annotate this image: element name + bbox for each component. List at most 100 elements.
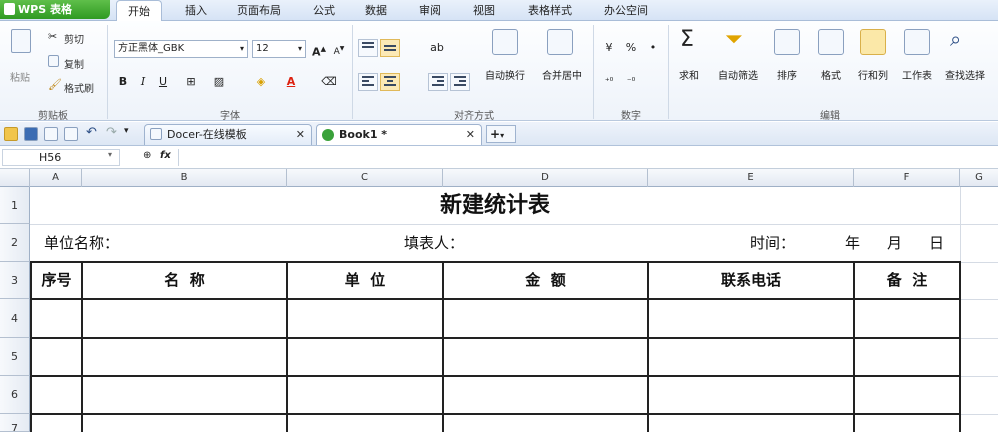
header-cell-phone[interactable]: 联系电话: [649, 263, 853, 298]
year-label[interactable]: 年: [845, 232, 860, 253]
rows-columns-button[interactable]: 行和列: [852, 67, 894, 82]
column-header-f[interactable]: F: [854, 169, 960, 187]
comma-button[interactable]: •: [644, 39, 662, 57]
align-top-button[interactable]: [358, 39, 378, 57]
save-icon[interactable]: [24, 127, 38, 141]
header-cell-name[interactable]: 名 称: [83, 263, 286, 298]
header-cell-index[interactable]: 序号: [32, 263, 81, 298]
print-preview-icon[interactable]: [64, 127, 78, 141]
row-header-1[interactable]: 1: [0, 187, 30, 224]
font-color-icon: A: [286, 75, 296, 88]
tab-home[interactable]: 开始: [116, 0, 162, 21]
underline-button[interactable]: U: [154, 73, 172, 91]
app-menu-button[interactable]: WPS 表格: [0, 0, 110, 19]
increase-indent-button[interactable]: [450, 73, 470, 91]
increase-decimal-button[interactable]: ⁺⁰: [600, 73, 618, 91]
ribbon-separator: [593, 25, 594, 119]
percent-button[interactable]: %: [622, 39, 640, 57]
bold-button[interactable]: B: [114, 73, 132, 91]
doc-tab-book1[interactable]: Book1 * ✕: [316, 124, 482, 145]
name-box[interactable]: H56: [2, 149, 120, 166]
header-cell-unit[interactable]: 单 位: [288, 263, 442, 298]
row-header-5[interactable]: 5: [0, 338, 30, 376]
table-border: [959, 261, 961, 432]
currency-button[interactable]: ¥: [600, 39, 618, 57]
phonetic-button[interactable]: ⌫: [320, 73, 338, 91]
align-center-button[interactable]: [380, 73, 400, 91]
tab-view[interactable]: 视图: [464, 0, 504, 21]
gridline: [960, 376, 998, 377]
month-label[interactable]: 月: [887, 232, 902, 253]
row-header-7[interactable]: 7: [0, 414, 30, 432]
sheet-title-cell[interactable]: 新建统计表: [30, 187, 960, 224]
paste-button[interactable]: [8, 29, 36, 59]
ribbon-separator: [668, 25, 669, 119]
tab-data[interactable]: 数据: [356, 0, 396, 21]
header-cell-remarks[interactable]: 备 注: [855, 263, 959, 298]
ribbon-separator: [352, 25, 353, 119]
sum-button[interactable]: 求和: [672, 67, 706, 82]
decrease-indent-button[interactable]: [428, 73, 448, 91]
column-header-d[interactable]: D: [443, 169, 648, 187]
sort-icon: [774, 29, 800, 55]
chevron-down-icon[interactable]: ▾: [108, 150, 112, 159]
function-icon[interactable]: fx: [160, 150, 171, 161]
italic-button[interactable]: I: [134, 73, 152, 91]
column-header-e[interactable]: E: [648, 169, 854, 187]
font-size-select[interactable]: 12 ▾: [252, 40, 306, 58]
close-icon[interactable]: ✕: [296, 125, 305, 145]
open-folder-icon[interactable]: [4, 127, 18, 141]
autofilter-button[interactable]: 自动筛选: [712, 67, 764, 82]
format-button[interactable]: 格式: [812, 67, 850, 82]
fill-color-button[interactable]: ◈: [252, 73, 270, 91]
filler-label[interactable]: 填表人：: [404, 232, 464, 253]
font-name-select[interactable]: 方正黑体_GBK ▾: [114, 40, 248, 58]
worksheet-button[interactable]: 工作表: [896, 67, 938, 82]
time-label[interactable]: 时间：: [750, 232, 795, 253]
find-select-button[interactable]: 查找选择: [938, 67, 992, 82]
zoom-icon[interactable]: ⊕: [143, 150, 151, 161]
tab-insert[interactable]: 插入: [176, 0, 216, 21]
borders-button[interactable]: ⊞: [182, 73, 200, 91]
font-color-button[interactable]: A: [282, 73, 300, 91]
row-header-2[interactable]: 2: [0, 224, 30, 262]
row-header-4[interactable]: 4: [0, 299, 30, 338]
row-header-3[interactable]: 3: [0, 262, 30, 299]
shrink-font-button[interactable]: A▼: [330, 40, 348, 58]
select-all-corner[interactable]: [0, 169, 30, 187]
orientation-button[interactable]: ab: [428, 39, 446, 57]
row-header-6[interactable]: 6: [0, 376, 30, 414]
chevron-down-icon[interactable]: ▾: [124, 126, 129, 136]
tab-table-styles[interactable]: 表格样式: [518, 0, 582, 21]
column-header-c[interactable]: C: [287, 169, 443, 187]
doc-tab-docer[interactable]: Docer-在线模板 ✕: [144, 124, 312, 145]
align-middle-button[interactable]: [380, 39, 400, 57]
day-label[interactable]: 日: [929, 232, 944, 253]
redo-icon[interactable]: ↷: [106, 125, 117, 140]
column-header-a[interactable]: A: [30, 169, 82, 187]
undo-icon[interactable]: ↶: [86, 125, 97, 140]
grow-font-button[interactable]: A▲: [310, 40, 328, 59]
column-header-g[interactable]: G: [960, 169, 998, 187]
close-icon[interactable]: ✕: [466, 125, 475, 145]
align-left-button[interactable]: [358, 73, 378, 91]
formula-input[interactable]: [178, 149, 996, 166]
new-tab-button[interactable]: +▾: [486, 125, 516, 143]
table-border: [30, 298, 961, 300]
fill-pattern-button[interactable]: ▨: [210, 73, 228, 91]
unit-name-label[interactable]: 单位名称：: [44, 232, 119, 253]
sort-button[interactable]: 排序: [768, 67, 806, 82]
tab-page-layout[interactable]: 页面布局: [228, 0, 290, 21]
paste-label: 粘贴: [10, 73, 30, 84]
tab-review[interactable]: 审阅: [410, 0, 450, 21]
print-icon[interactable]: [44, 127, 58, 141]
borders-icon: ⊞: [186, 75, 196, 88]
tab-formulas[interactable]: 公式: [304, 0, 344, 21]
column-header-b[interactable]: B: [82, 169, 287, 187]
brush-icon: 🖌: [48, 78, 62, 91]
header-cell-amount[interactable]: 金 额: [444, 263, 647, 298]
merge-center-button[interactable]: 合并居中: [534, 67, 590, 82]
wrap-text-button[interactable]: 自动换行: [476, 67, 534, 82]
tab-office-space[interactable]: 办公空间: [594, 0, 658, 21]
decrease-decimal-button[interactable]: ⁻⁰: [622, 73, 640, 91]
